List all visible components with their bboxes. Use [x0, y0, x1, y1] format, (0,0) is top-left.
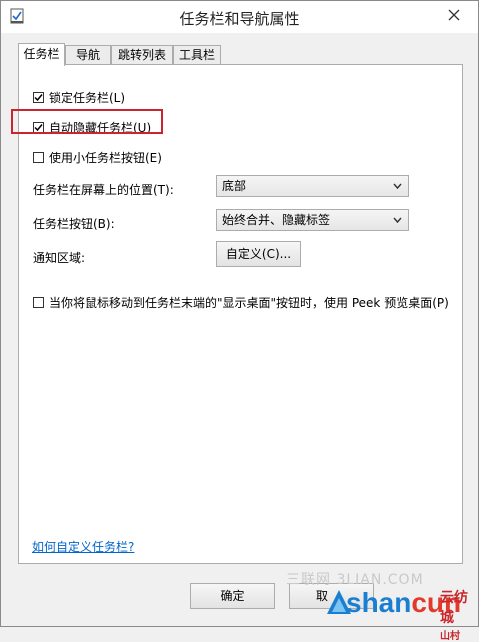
tab-jump-lists[interactable]: 跳转列表 [111, 45, 173, 65]
peek-desktop-label: 当你将鼠标移动到任务栏末端的"显示桌面"按钮时，使用 Peek 预览桌面(P) [49, 296, 449, 310]
watermark-brand-accent: cun [411, 587, 462, 618]
taskbar-properties-dialog: 任务栏和导航属性 任务栏 导航 跳转列表 工具栏 锁定任务栏(L) 自动隐藏任务… [0, 0, 479, 642]
lock-taskbar-checkbox[interactable] [33, 92, 44, 103]
tab-toolbars[interactable]: 工具栏 [173, 45, 221, 65]
chevron-down-icon [393, 210, 402, 238]
taskbar-buttons-value: 始终合并、隐藏标签 [222, 213, 331, 227]
customize-taskbar-help-link[interactable]: 如何自定义任务栏? [32, 538, 134, 555]
taskbar-tab-panel: 锁定任务栏(L) 自动隐藏任务栏(U) 使用小任务栏按钮(E) 任务栏在屏幕上的… [18, 64, 463, 564]
peek-desktop-checkbox[interactable] [33, 297, 44, 308]
watermark-brand-cn: 云纺城 山村 [440, 587, 476, 642]
peek-desktop-option[interactable]: 当你将鼠标移动到任务栏末端的"显示桌面"按钮时，使用 Peek 预览桌面(P) [33, 294, 449, 311]
taskbar-buttons-select[interactable]: 始终合并、隐藏标签 [216, 209, 409, 231]
small-taskbar-buttons-checkbox[interactable] [33, 152, 44, 163]
taskbar-buttons-label: 任务栏按钮(B): [33, 217, 115, 231]
small-taskbar-buttons-label: 使用小任务栏按钮(E) [49, 151, 162, 165]
lock-taskbar-label: 锁定任务栏(L) [49, 91, 126, 105]
customize-button[interactable]: 自定义(C)... [216, 241, 301, 267]
watermark-brand-cn-text: 云纺城 [440, 590, 468, 626]
lock-taskbar-option[interactable]: 锁定任务栏(L) [33, 89, 125, 106]
watermark-brand-cn-small: 山村 [440, 631, 460, 642]
taskbar-location-value: 底部 [222, 179, 247, 193]
title-bar: 任务栏和导航属性 [1, 1, 478, 33]
taskbar-location-select[interactable]: 底部 [216, 175, 409, 197]
notification-area-label: 通知区域: [33, 251, 86, 265]
tab-navigation[interactable]: 导航 [65, 45, 111, 65]
chevron-down-icon [393, 176, 402, 204]
checkmark-icon [34, 94, 43, 102]
window-title: 任务栏和导航属性 [179, 10, 300, 28]
small-taskbar-buttons-option[interactable]: 使用小任务栏按钮(E) [33, 149, 162, 166]
autohide-highlight-box [11, 109, 163, 134]
tab-taskbar[interactable]: 任务栏 [18, 43, 65, 66]
close-icon [448, 9, 460, 21]
taskbar-location-label: 任务栏在屏幕上的位置(T): [33, 183, 174, 197]
cancel-button[interactable]: 取 [289, 583, 374, 609]
ok-button[interactable]: 确定 [190, 583, 275, 609]
close-button[interactable] [439, 4, 469, 26]
